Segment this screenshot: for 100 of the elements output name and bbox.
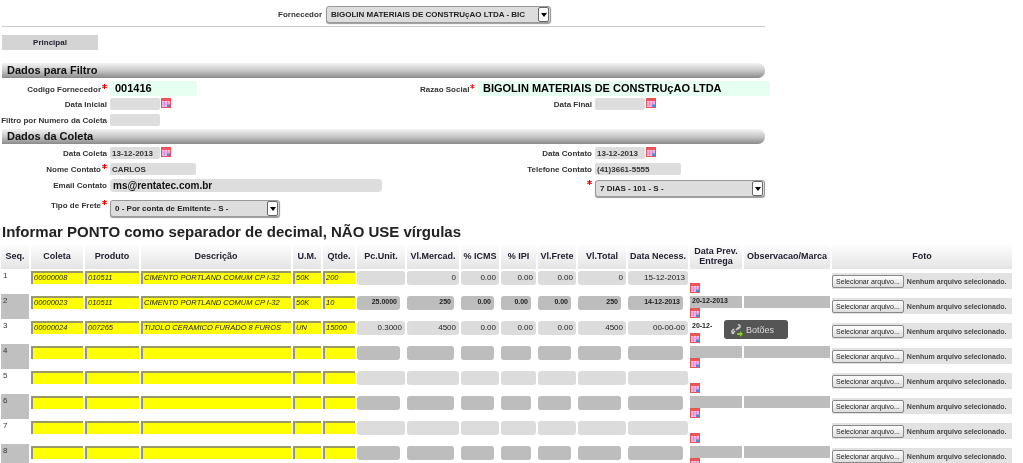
input-field[interactable]	[461, 346, 494, 360]
input-field[interactable]	[293, 421, 321, 434]
input-field[interactable]	[578, 446, 621, 460]
input-field[interactable]: CARLOS	[110, 163, 196, 175]
input-field[interactable]: BIGOLIN MATERIAIS DE CONSTRUçAO LTDA	[478, 81, 770, 96]
input-field[interactable]	[293, 396, 321, 409]
input-field[interactable]: 4500	[578, 321, 626, 335]
input-field[interactable]	[407, 421, 459, 435]
input-field[interactable]	[357, 271, 405, 285]
input-field[interactable]	[628, 421, 688, 435]
input-field[interactable]: 00-00-00	[628, 321, 688, 335]
input-field[interactable]	[461, 421, 499, 435]
input-field[interactable]	[461, 446, 494, 460]
input-field[interactable]	[407, 446, 454, 460]
input-field[interactable]	[501, 421, 536, 435]
input-field[interactable]	[357, 396, 400, 410]
input-field[interactable]	[538, 346, 571, 360]
calendar-icon[interactable]	[646, 98, 656, 108]
input-field[interactable]	[323, 446, 355, 459]
calendar-icon[interactable]	[690, 283, 700, 293]
input-field[interactable]	[744, 396, 830, 408]
input-field[interactable]	[501, 371, 536, 385]
input-field[interactable]	[407, 346, 454, 360]
input-field[interactable]: 0.00	[501, 321, 536, 335]
input-field[interactable]: 0.3000	[357, 321, 405, 335]
input-field[interactable]: (41)3661-5555	[595, 163, 681, 175]
input-field[interactable]	[578, 421, 626, 435]
input-field[interactable]	[538, 446, 571, 460]
date-field[interactable]	[690, 396, 742, 408]
input-field[interactable]: 0.00	[538, 271, 576, 285]
input-field[interactable]	[628, 396, 683, 410]
input-field[interactable]	[85, 446, 139, 459]
input-field[interactable]: 0.00	[461, 271, 499, 285]
input-field[interactable]: 0	[407, 271, 459, 285]
date-field[interactable]: 13-12-2013	[110, 147, 160, 159]
input-field[interactable]	[744, 446, 830, 458]
input-field[interactable]	[628, 371, 688, 385]
input-field[interactable]	[85, 396, 139, 409]
input-field[interactable]	[141, 346, 291, 359]
input-field[interactable]	[461, 396, 494, 410]
date-field[interactable]	[110, 98, 160, 110]
dropdown[interactable]: 7 DIAS - 101 - S -	[595, 180, 765, 197]
input-field[interactable]	[578, 346, 621, 360]
input-field[interactable]	[578, 396, 621, 410]
input-field[interactable]	[578, 371, 626, 385]
input-field[interactable]	[501, 446, 531, 460]
input-field[interactable]	[31, 446, 83, 459]
date-field[interactable]	[690, 346, 742, 358]
date-field[interactable]	[690, 446, 742, 458]
calendar-icon[interactable]	[161, 98, 171, 108]
input-field[interactable]	[323, 346, 355, 359]
input-field[interactable]	[357, 446, 400, 460]
calendar-icon[interactable]	[690, 433, 700, 443]
input-field[interactable]	[461, 371, 499, 385]
input-field[interactable]	[628, 446, 683, 460]
input-field[interactable]	[31, 371, 83, 384]
calendar-icon[interactable]	[690, 408, 700, 418]
input-field[interactable]	[293, 371, 321, 384]
input-field[interactable]	[501, 346, 531, 360]
date-field[interactable]: 13-12-2013	[595, 147, 645, 159]
input-field[interactable]	[538, 421, 576, 435]
calendar-icon[interactable]	[690, 358, 700, 368]
calendar-icon[interactable]	[646, 147, 656, 157]
input-field[interactable]	[407, 396, 454, 410]
input-field[interactable]	[407, 371, 459, 385]
input-field[interactable]: 001416	[110, 81, 197, 96]
calendar-icon[interactable]	[690, 308, 700, 318]
input-field[interactable]	[323, 396, 355, 409]
calendar-icon[interactable]	[161, 147, 171, 157]
input-field[interactable]	[501, 396, 531, 410]
input-field[interactable]	[357, 421, 405, 435]
input-field[interactable]	[141, 421, 291, 434]
input-field[interactable]	[744, 296, 830, 308]
input-field[interactable]	[357, 346, 400, 360]
dropdown[interactable]: 0 - Por conta de Emitente - S -	[110, 200, 280, 217]
input-field[interactable]	[323, 421, 355, 434]
calendar-icon[interactable]	[690, 333, 700, 343]
input-field[interactable]	[323, 371, 355, 384]
date-field[interactable]	[595, 98, 645, 110]
input-field[interactable]	[141, 371, 291, 384]
input-field[interactable]: 0	[578, 271, 626, 285]
input-field[interactable]	[293, 346, 321, 359]
input-field[interactable]	[744, 346, 830, 358]
input-field[interactable]: 15-12-2013	[628, 271, 688, 285]
input-field[interactable]	[31, 396, 83, 409]
input-field[interactable]	[85, 346, 139, 359]
input-field[interactable]: 0.00	[538, 321, 576, 335]
input-field[interactable]	[628, 346, 683, 360]
input-field[interactable]	[357, 371, 405, 385]
input-field[interactable]	[538, 396, 571, 410]
input-field[interactable]	[141, 396, 291, 409]
input-field[interactable]: 0.00	[501, 271, 536, 285]
tab[interactable]: Principal	[2, 35, 98, 50]
input-field[interactable]	[110, 114, 160, 126]
input-field[interactable]: 0.00	[461, 321, 499, 335]
input-field[interactable]	[538, 371, 576, 385]
input-field[interactable]	[31, 421, 83, 434]
input-field[interactable]	[141, 446, 291, 459]
input-field[interactable]	[85, 371, 139, 384]
input-field[interactable]	[31, 346, 83, 359]
